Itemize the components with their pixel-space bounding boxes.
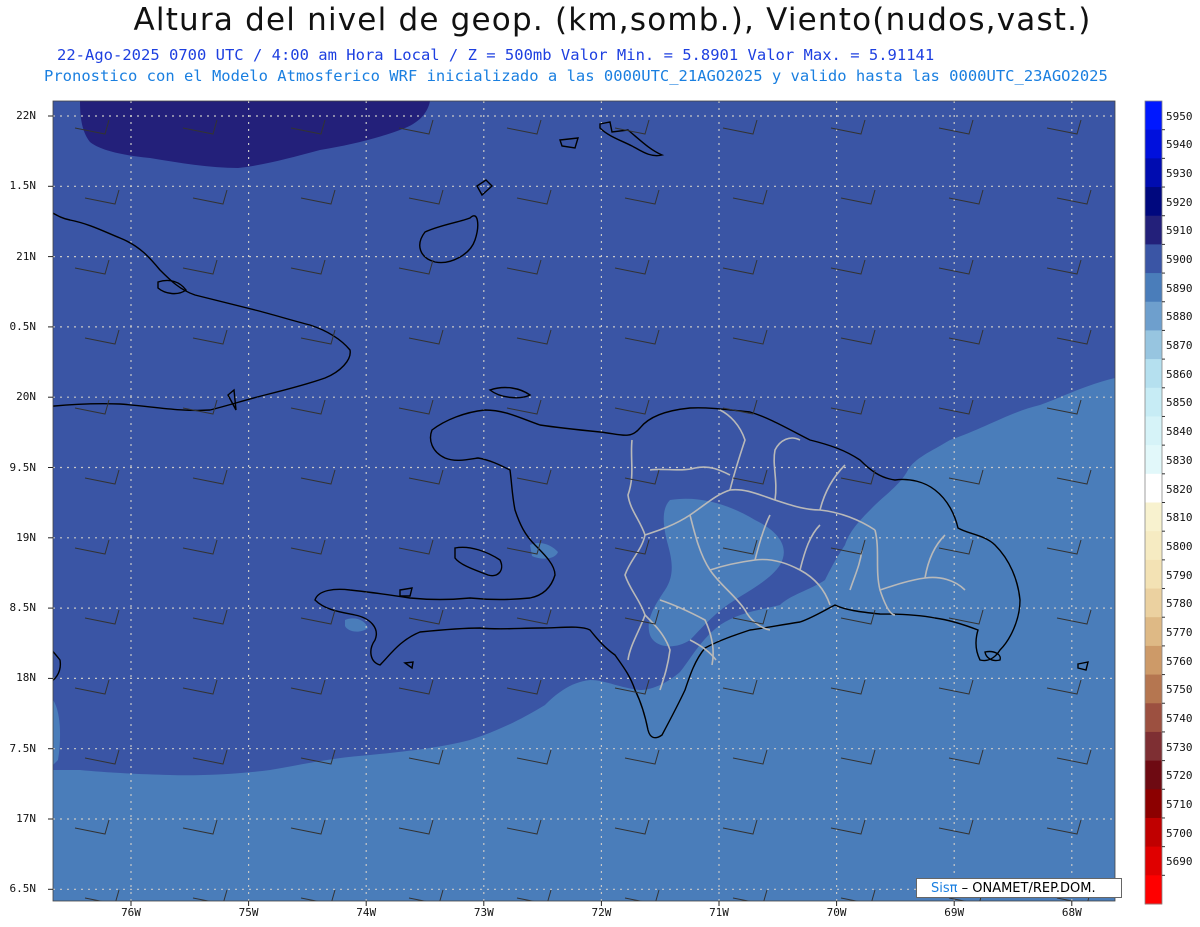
colorbar-segment [1145,559,1162,590]
lon-label: 75W [238,906,259,919]
colorbar-segment [1145,703,1162,733]
colorbar-label: 5880 [1166,310,1193,324]
colorbar-label: 5850 [1166,396,1193,410]
colorbar-segment [1145,445,1162,475]
lat-label: 7.5N [9,741,37,755]
colorbar-label: 5710 [1166,797,1193,811]
colorbar-segment [1145,875,1162,905]
colorbar-label: 5700 [1166,826,1193,840]
colorbar-segment [1145,244,1162,274]
colorbar-segment [1145,588,1162,618]
colorbar-label: 5830 [1166,453,1193,467]
colorbar-label: 5900 [1166,253,1193,267]
colorbar-label: 5750 [1166,683,1193,697]
lon-label: 74W [356,906,377,919]
map-plot [48,100,1165,906]
colorbar-segment [1145,473,1162,503]
colorbar-segment [1145,301,1162,331]
colorbar-segment [1145,129,1162,159]
colorbar-label: 5690 [1166,855,1193,869]
colorbar-label: 5940 [1166,138,1193,152]
lat-label: 9.5N [9,460,37,474]
lat-label: 20N [16,390,36,404]
colorbar-label: 5720 [1166,769,1193,783]
lat-label: 1.5N [9,179,37,193]
colorbar-label: 5770 [1166,625,1193,639]
colorbar-segment [1145,817,1162,848]
colorbar-label: 5840 [1166,425,1193,439]
colorbar-label: 5870 [1166,339,1193,353]
colorbar-label: 5760 [1166,654,1193,668]
colorbar-segment [1145,387,1162,417]
colorbar-label: 5920 [1166,195,1193,209]
colorbar-label: 5950 [1166,109,1193,123]
colorbar-segment [1145,674,1162,704]
lat-label: 19N [16,530,36,544]
lon-label: 76W [121,906,141,919]
lat-label: 17N [16,812,36,825]
lat-label: 22N [16,109,36,122]
colorbar-label: 5730 [1166,740,1193,754]
lon-label: 68W [1061,906,1082,919]
lon-label: 73W [473,906,494,919]
lat-label: 21N [16,249,36,263]
lon-label: 71W [709,906,729,919]
colorbar-segment [1145,330,1162,360]
colorbar-segment [1145,215,1162,245]
colorbar-segment [1145,789,1162,819]
colorbar-label: 5860 [1166,367,1193,381]
lat-label: 0.5N [9,319,37,333]
colorbar-segment [1145,731,1162,762]
lat-label: 6.5N [9,882,37,896]
colorbar-segment [1145,760,1162,790]
lat-label: 8.5N [9,601,37,615]
colorbar-segment [1145,273,1162,303]
colorbar-segment [1145,502,1162,532]
credit-text: – ONAMET/REP.DOM. [957,881,1096,896]
colorbar-segment [1145,359,1162,389]
colorbar-label: 5740 [1166,711,1193,725]
colorbar-label: 5790 [1166,568,1193,582]
credit-sis: Sis [931,881,950,896]
lon-label: 69W [944,906,965,919]
colorbar-label: 5810 [1166,511,1193,525]
colorbar-segment [1145,158,1162,188]
colorbar-segment [1145,187,1162,217]
colorbar-label: 5800 [1166,539,1193,553]
colorbar-segment [1145,416,1162,446]
colorbar-label: 5890 [1166,281,1193,295]
lat-label: 18N [16,671,36,685]
colorbar-segment [1145,846,1162,876]
colorbar-segment [1145,617,1162,647]
colorbar-label: 5780 [1166,597,1193,611]
credit-box: Sisπ – ONAMET/REP.DOM. [916,878,1122,898]
colorbar-segment [1145,101,1162,131]
colorbar-label: 5820 [1166,482,1193,496]
colorbar-label: 5930 [1166,167,1193,181]
colorbar-segment [1145,531,1162,561]
colorbar-segment [1145,645,1162,676]
colorbar [1144,100,1165,905]
colorbar-label: 5910 [1166,224,1193,238]
lon-label: 70W [826,906,847,919]
lon-label: 72W [591,906,612,919]
